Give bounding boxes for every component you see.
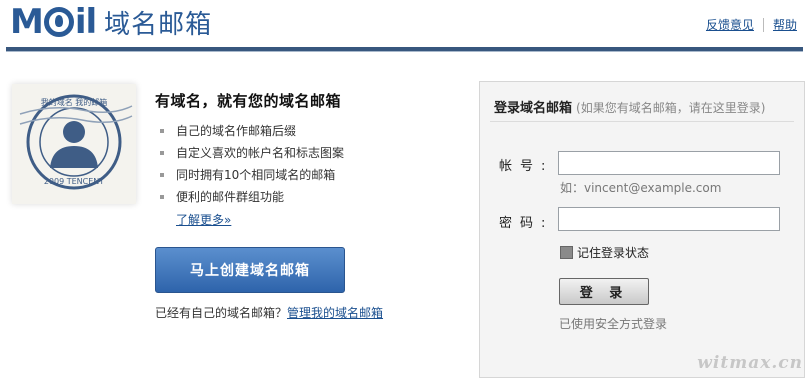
postage-stamp-icon: 我的域名 我的邮箱 2009 TENCENT [12, 84, 136, 204]
feature-item: 便利的邮件群组功能 [160, 186, 344, 208]
feature-item: 同时拥有10个相同域名的邮箱 [160, 164, 344, 186]
feature-item: 自定义喜欢的帐户名和标志图案 [160, 142, 344, 164]
login-hint: (如果您有域名邮箱，请在这里登录) [576, 101, 766, 115]
login-title-text: 登录域名邮箱 [494, 101, 573, 116]
top-links: 反馈意见 帮助 [706, 16, 797, 33]
login-title: 登录域名邮箱 (如果您有域名邮箱，请在这里登录) [494, 97, 765, 116]
password-input[interactable] [558, 207, 780, 231]
account-label-colon: : [541, 159, 546, 174]
remember-checkbox[interactable] [560, 246, 573, 259]
password-label: 密码: [499, 212, 545, 231]
help-link[interactable]: 帮助 [773, 16, 797, 33]
logo[interactable]: Mil 域名邮箱 [10, 2, 213, 42]
feature-list: 自己的域名作邮箱后缀 自定义喜欢的帐户名和标志图案 同时拥有10个相同域名的邮箱… [160, 120, 344, 208]
feature-item: 自己的域名作邮箱后缀 [160, 120, 344, 142]
feedback-link[interactable]: 反馈意见 [706, 16, 754, 33]
login-button[interactable]: 登 录 [559, 278, 649, 305]
remember-label: 记住登录状态 [577, 246, 650, 260]
account-label-text: 帐号 [499, 159, 542, 174]
manage-line: 已经有自己的域名邮箱？管理我的域名邮箱 [155, 304, 383, 321]
stamp-top-text: 我的域名 我的邮箱 [41, 97, 108, 107]
moil-logo-icon: Mil [10, 2, 97, 42]
header: Mil 域名邮箱 反馈意见 帮助 [0, 0, 809, 48]
manage-prefix: 已经有自己的域名邮箱？ [155, 306, 288, 320]
divider [490, 121, 794, 122]
link-divider [762, 17, 764, 32]
manage-mailbox-link[interactable]: 管理我的域名邮箱 [287, 306, 383, 320]
password-label-colon: : [541, 216, 546, 231]
account-input[interactable] [558, 151, 780, 175]
remember-login[interactable]: 记住登录状态 [560, 244, 649, 261]
stamp-bottom-text: 2009 TENCENT [44, 177, 104, 186]
watermark: witmax.cn [697, 353, 803, 373]
password-label-text: 密码 [499, 216, 542, 231]
header-bar-shadow [6, 51, 803, 52]
create-domain-mailbox-button[interactable]: 马上创建域名邮箱 [155, 247, 345, 293]
account-example: 如：vincent@example.com [560, 181, 722, 195]
product-name: 域名邮箱 [104, 9, 213, 40]
secure-login-note[interactable]: 已使用安全方式登录 [559, 315, 667, 332]
learn-more-link[interactable]: 了解更多» [176, 211, 231, 228]
account-label: 帐号: [499, 155, 545, 174]
login-panel: 登录域名邮箱 (如果您有域名邮箱，请在这里登录) 帐号: 如：vincent@ex… [479, 81, 805, 378]
intro-title: 有域名，就有您的域名邮箱 [155, 92, 342, 110]
